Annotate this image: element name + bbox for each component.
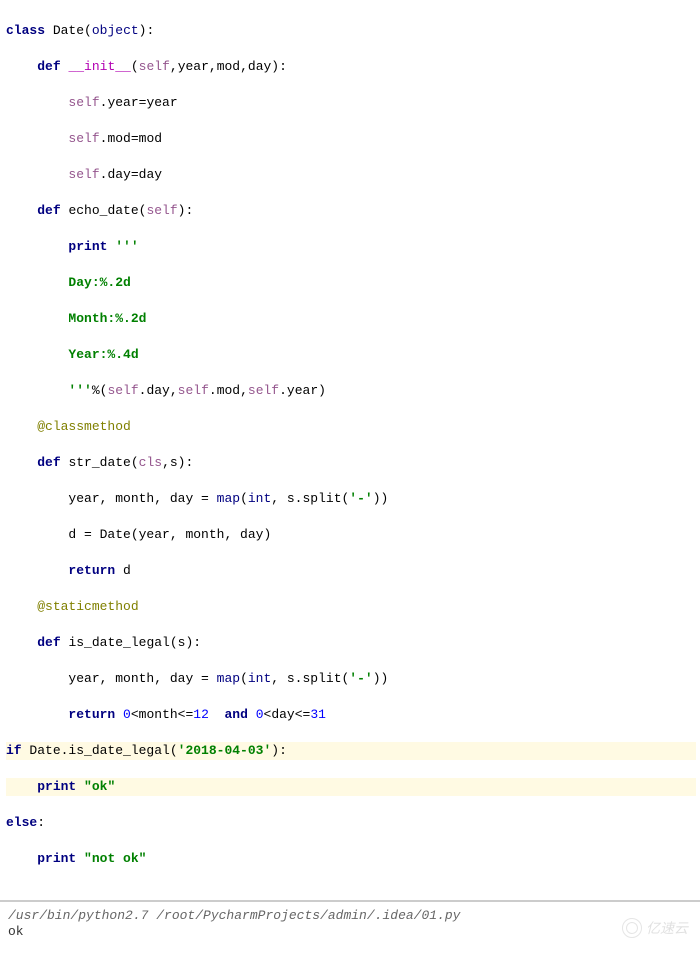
code-line: def echo_date(self): bbox=[6, 202, 696, 220]
code-line: return d bbox=[6, 562, 696, 580]
run-result: ok bbox=[8, 924, 692, 940]
console-output: /usr/bin/python2.7 /root/PycharmProjects… bbox=[0, 900, 700, 956]
code-line: def str_date(cls,s): bbox=[6, 454, 696, 472]
code-line: class Date(object): bbox=[6, 22, 696, 40]
code-line: @classmethod bbox=[6, 418, 696, 436]
code-line: self.year=year bbox=[6, 94, 696, 112]
watermark: 亿速云 bbox=[622, 918, 688, 938]
code-line: Month:%.2d bbox=[6, 310, 696, 328]
globe-icon bbox=[622, 918, 642, 938]
code-line: else: bbox=[6, 814, 696, 832]
code-line: print "not ok" bbox=[6, 850, 696, 868]
code-line: '''%(self.day,self.mod,self.year) bbox=[6, 382, 696, 400]
watermark-text: 亿速云 bbox=[646, 919, 688, 937]
code-editor: class Date(object): def __init__(self,ye… bbox=[0, 0, 700, 890]
run-path: /usr/bin/python2.7 /root/PycharmProjects… bbox=[8, 908, 692, 924]
code-line: return 0<month<=12 and 0<day<=31 bbox=[6, 706, 696, 724]
code-line: year, month, day = map(int, s.split('-')… bbox=[6, 670, 696, 688]
code-line: @staticmethod bbox=[6, 598, 696, 616]
code-line: print ''' bbox=[6, 238, 696, 256]
code-line: Day:%.2d bbox=[6, 274, 696, 292]
code-line: self.day=day bbox=[6, 166, 696, 184]
code-line: Year:%.4d bbox=[6, 346, 696, 364]
code-line: def __init__(self,year,mod,day): bbox=[6, 58, 696, 76]
code-line: d = Date(year, month, day) bbox=[6, 526, 696, 544]
code-line-highlight: if Date.is_date_legal('2018-04-03'): bbox=[6, 742, 696, 760]
code-line: def is_date_legal(s): bbox=[6, 634, 696, 652]
code-line: year, month, day = map(int, s.split('-')… bbox=[6, 490, 696, 508]
code-line: self.mod=mod bbox=[6, 130, 696, 148]
code-line-highlight: print "ok" bbox=[6, 778, 696, 796]
